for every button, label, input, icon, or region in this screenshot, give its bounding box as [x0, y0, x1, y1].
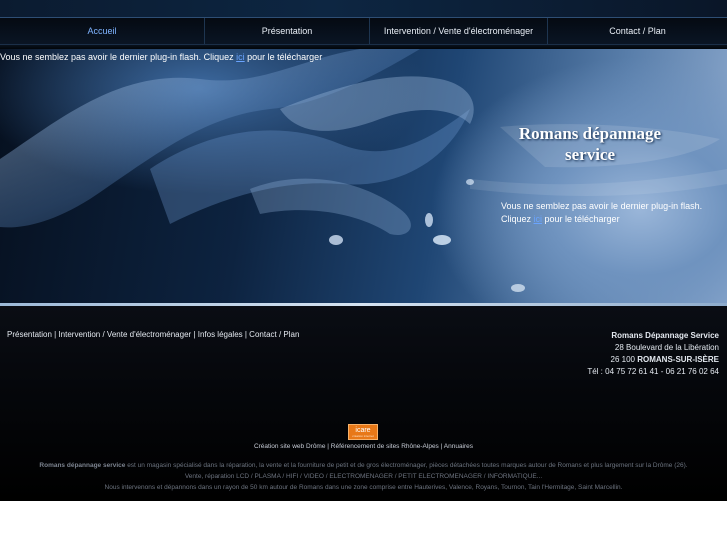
flash-plugin-message-right: Vous ne semblez pas avoir le dernier plu…: [501, 200, 721, 226]
desc-company-bold: Romans dépannage service: [39, 462, 126, 469]
address-postal: 26 100: [610, 355, 638, 364]
flash-msg-top-text: Vous ne semblez pas avoir le dernier plu…: [0, 52, 237, 62]
footer-link-presentation[interactable]: Présentation: [7, 330, 52, 339]
icare-logo-tagline: création internet: [352, 433, 374, 438]
hero-banner: [0, 49, 727, 305]
brand-title-line1: Romans dépannage: [518, 124, 662, 143]
footer-links: Présentation | Intervention / Vente d'él…: [7, 330, 299, 339]
flash-plugin-message-top: Vous ne semblez pas avoir le dernier plu…: [0, 52, 322, 62]
icare-logo[interactable]: icare création internet: [348, 424, 378, 440]
footer-link-contact[interactable]: Contact / Plan: [249, 330, 299, 339]
flash-download-link-right[interactable]: ici: [534, 214, 543, 224]
nav-item-contact[interactable]: Contact / Plan: [548, 18, 727, 44]
company-address: Romans Dépannage Service 28 Boulevard de…: [587, 330, 719, 378]
footer-link-infos-legales[interactable]: Infos légales: [198, 330, 243, 339]
company-name: Romans Dépannage Service: [611, 331, 719, 340]
flash-msg-right-suffix: pour le télécharger: [542, 214, 620, 224]
desc-line1: est un magasin spécialisé dans la répara…: [125, 462, 688, 469]
company-phone: Tél : 04 75 72 61 41 - 06 21 76 02 64: [587, 367, 719, 376]
nav-item-presentation[interactable]: Présentation: [205, 18, 370, 44]
credit-link-creation[interactable]: Création site web Drôme: [254, 443, 326, 450]
credit-link-referencement[interactable]: Référencement de sites Rhône-Alpes: [331, 443, 439, 450]
top-banner-strip: [0, 0, 727, 17]
credit-link-annuaires[interactable]: Annuaires: [444, 443, 473, 450]
liquid-splash-graphic: [0, 49, 727, 292]
nav-item-intervention[interactable]: Intervention / Vente d'électroménager: [370, 18, 548, 44]
footer-link-intervention[interactable]: Intervention / Vente d'électroménager: [58, 330, 191, 339]
main-nav: Accueil Présentation Intervention / Vent…: [0, 17, 727, 45]
flash-msg-right-line1: Vous ne semblez pas avoir le dernier plu…: [501, 201, 703, 211]
company-description: Romans dépannage service est un magasin …: [0, 460, 727, 493]
address-city: ROMANS-SUR-ISÈRE: [637, 355, 719, 364]
desc-line2: Vente, réparation LCD / PLASMA / HIFI / …: [184, 473, 543, 480]
brand-title-line2: service: [564, 145, 616, 164]
icare-logo-name: icare: [355, 426, 371, 434]
flash-download-link-top[interactable]: ici: [236, 52, 245, 62]
nav-item-accueil[interactable]: Accueil: [0, 18, 205, 44]
web-credits: Création site web Drôme | Référencement …: [0, 443, 727, 450]
brand-title: Romans dépannage service: [490, 123, 690, 165]
flash-msg-top-suffix: pour le télécharger: [244, 52, 323, 62]
address-street: 28 Boulevard de la Libération: [614, 343, 719, 352]
desc-line3: Nous intervenons et dépannons dans un ra…: [104, 484, 623, 491]
flash-msg-right-prefix: Cliquez: [501, 214, 534, 224]
